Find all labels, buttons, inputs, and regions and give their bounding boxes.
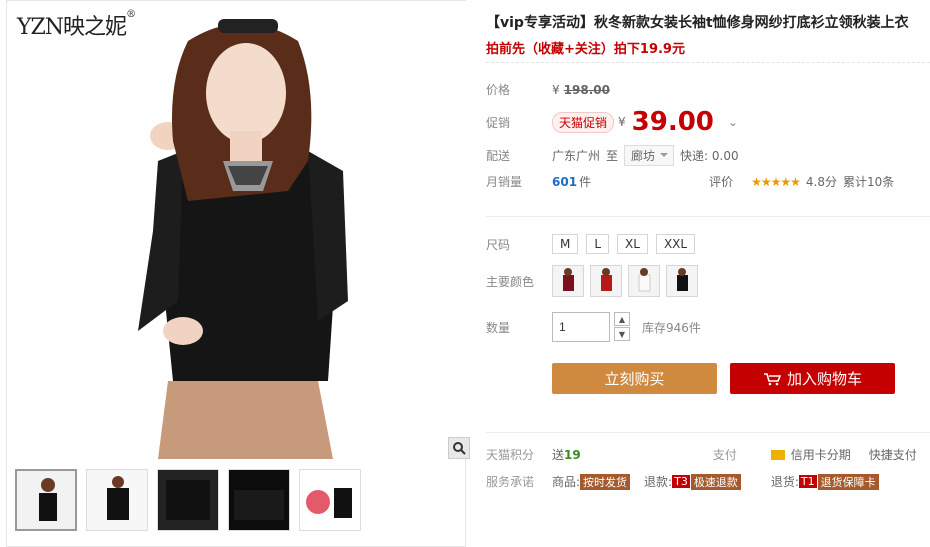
product-title: 【vip专享活动】秋冬新款女装长袖t恤修身网纱打底衫立领秋装上衣 (486, 15, 909, 31)
service-row: 服务承诺 商品: 按时发货 退款: T3 极速退款 退货: T1 退货保障卡 (486, 473, 879, 490)
currency-symbol: ¥ (552, 82, 560, 97)
chevron-down-icon[interactable]: ⌄ (728, 115, 738, 129)
shipping-fee: 快递: 0.00 (680, 149, 739, 163)
rating-stars-icon: ★★★★★ (751, 174, 801, 189)
credit-card-icon (770, 449, 785, 460)
service-label: 服务承诺 (486, 475, 535, 489)
add-to-cart-label: 加入购物车 (786, 370, 862, 388)
return-badge[interactable]: 退货保障卡 (817, 473, 879, 490)
refund-code: T3 (672, 475, 690, 488)
quantity-row: 数量 ▲ ▼ 库存946件 (486, 312, 701, 342)
goods-label: 商品: (552, 475, 581, 489)
thumbnail-2[interactable] (86, 469, 148, 531)
monthly-sales-label: 月销量 (486, 175, 523, 189)
add-to-cart-button[interactable]: 加入购物车 (730, 363, 895, 394)
points-row: 天猫积分 送 19 支付 信用卡分期 快捷支付 (486, 446, 917, 463)
brand-logo: YZN映之妮® (17, 9, 136, 40)
thumbnail-1[interactable] (15, 469, 77, 531)
sales-unit: 件 (579, 175, 592, 189)
return-code: T1 (798, 475, 817, 488)
refund-label: 退款: (644, 475, 673, 489)
delivery-row: 配送 广东广州 至 廊坊 快递: 0.00 (486, 145, 739, 166)
return-label: 退货: (770, 475, 799, 489)
destination-dropdown[interactable]: 廊坊 (624, 145, 675, 166)
zoom-icon[interactable] (448, 437, 470, 459)
price-label: 价格 (486, 83, 511, 97)
section-divider (486, 216, 930, 217)
thumbnail-3[interactable] (157, 469, 219, 531)
review-total[interactable]: 累计10条 (843, 173, 894, 190)
ship-from: 广东广州 (552, 149, 601, 163)
rating-score: 4.8分 (805, 175, 837, 189)
color-option-white[interactable] (628, 265, 660, 297)
decrement-icon[interactable]: ▼ (614, 327, 630, 341)
refund-badge[interactable]: 极速退款 (690, 473, 741, 490)
color-option-red[interactable] (590, 265, 622, 297)
size-row: 尺码 M L XL XXL (486, 234, 703, 254)
increment-icon[interactable]: ▲ (614, 312, 630, 326)
color-option-dark-red[interactable] (552, 265, 584, 297)
promo-label: 促销 (486, 115, 511, 130)
quantity-stepper: ▲ ▼ (614, 312, 630, 342)
price-panel: 价格 ¥ 198.00 促销 天猫促销 ¥ 39.00 ⌄ 配送 广东广州 至 … (486, 62, 930, 212)
fast-pay[interactable]: 快捷支付 (869, 446, 917, 463)
points-value: 19 (564, 447, 581, 462)
current-price: 39.00 (631, 107, 714, 137)
price-row: 价格 ¥ 198.00 (486, 81, 610, 98)
points-prefix: 送 (552, 448, 565, 462)
size-option-m[interactable]: M (552, 234, 579, 254)
quantity-label: 数量 (486, 320, 511, 335)
promo-text: 拍前先（收藏+关注）拍下19.9元 (486, 42, 685, 57)
product-gallery: YZN映之妮® (6, 0, 470, 547)
color-label: 主要颜色 (486, 274, 535, 289)
cart-icon (763, 372, 781, 385)
delivery-label: 配送 (486, 149, 511, 163)
original-price: 198.00 (563, 82, 610, 97)
color-option-black[interactable] (666, 265, 698, 297)
size-option-xxl[interactable]: XXL (655, 234, 696, 254)
goods-badge[interactable]: 按时发货 (580, 473, 631, 490)
ship-to-word: 至 (606, 149, 619, 163)
size-label: 尺码 (486, 237, 511, 252)
buy-now-label: 立刻购买 (604, 370, 665, 388)
points-label[interactable]: 天猫积分 (486, 446, 552, 463)
buy-now-button[interactable]: 立刻购买 (552, 363, 717, 394)
quantity-input[interactable] (552, 312, 610, 342)
thumbnail-5[interactable] (299, 469, 361, 531)
size-option-xl[interactable]: XL (617, 234, 648, 254)
sales-row: 月销量 601 件 评价 ★★★★★ 4.8分 累计10条 (486, 173, 894, 190)
monthly-sales-count: 601 (552, 174, 578, 189)
tmall-promo-badge: 天猫促销 (552, 111, 615, 133)
promo-price-row: 促销 天猫促销 ¥ 39.00 ⌄ (486, 107, 738, 137)
thumbnail-strip (15, 469, 361, 531)
color-row: 主要颜色 (486, 265, 704, 297)
main-product-image[interactable] (8, 1, 466, 459)
currency-symbol: ¥ (618, 115, 626, 129)
stock-count: 库存946件 (642, 320, 701, 335)
credit-installment[interactable]: 信用卡分期 (791, 446, 851, 463)
thumbnail-4[interactable] (228, 469, 290, 531)
size-option-l[interactable]: L (586, 234, 610, 254)
rating-label: 评价 (709, 175, 734, 189)
pay-label: 支付 (712, 448, 737, 462)
footer-divider (486, 432, 930, 433)
